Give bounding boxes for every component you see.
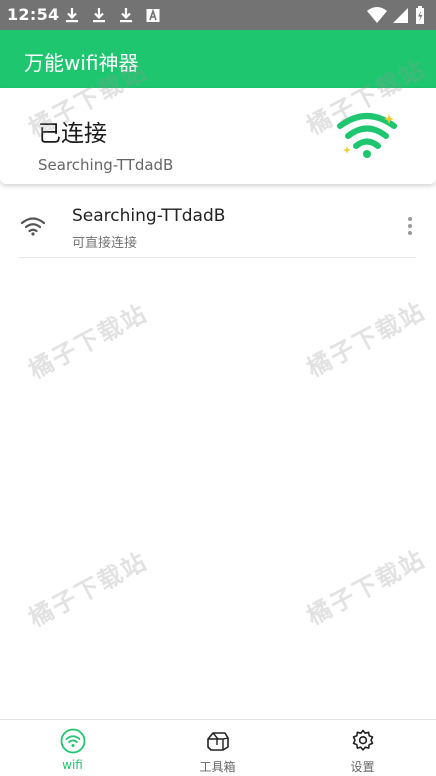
watermark: 橘子下载站 bbox=[302, 296, 431, 383]
bottom-navigation: wifi 工具箱 设置 bbox=[0, 719, 436, 776]
battery-icon bbox=[416, 6, 424, 24]
nav-label-toolbox: 工具箱 bbox=[199, 760, 236, 774]
network-ssid: Searching-TTdadB bbox=[72, 206, 226, 226]
network-list-item[interactable]: Searching-TTdadB 可直接连接 bbox=[18, 196, 416, 258]
download-icon bbox=[120, 8, 132, 23]
watermark: 橘子下载站 bbox=[24, 298, 153, 385]
keyboard-a-icon bbox=[146, 8, 160, 22]
nav-tab-wifi[interactable]: wifi bbox=[0, 720, 145, 776]
wifi-icon bbox=[60, 728, 85, 754]
watermark: 橘子下载站 bbox=[24, 546, 153, 633]
more-options-icon[interactable] bbox=[402, 214, 418, 238]
sparkle-icon bbox=[343, 146, 351, 154]
toolbox-icon bbox=[206, 732, 229, 751]
nav-label-settings: 设置 bbox=[350, 760, 375, 774]
nav-label-wifi: wifi bbox=[62, 758, 83, 772]
wifi-signal-icon bbox=[367, 7, 387, 23]
connected-ssid: Searching-TTdadB bbox=[38, 156, 174, 174]
network-description: 可直接连接 bbox=[72, 236, 138, 251]
cell-signal-icon bbox=[393, 8, 408, 23]
status-bar: 12:54 bbox=[0, 0, 436, 30]
watermark: 橘子下载站 bbox=[302, 544, 431, 631]
settings-gear-icon bbox=[352, 729, 373, 751]
download-icon bbox=[93, 8, 105, 23]
status-time: 12:54 bbox=[7, 5, 60, 24]
status-right-icons bbox=[367, 6, 424, 24]
nav-tab-toolbox[interactable]: 工具箱 bbox=[145, 720, 290, 776]
download-icon bbox=[66, 8, 78, 23]
wifi-signal-icon bbox=[20, 217, 46, 236]
nav-tab-settings[interactable]: 设置 bbox=[290, 720, 435, 776]
